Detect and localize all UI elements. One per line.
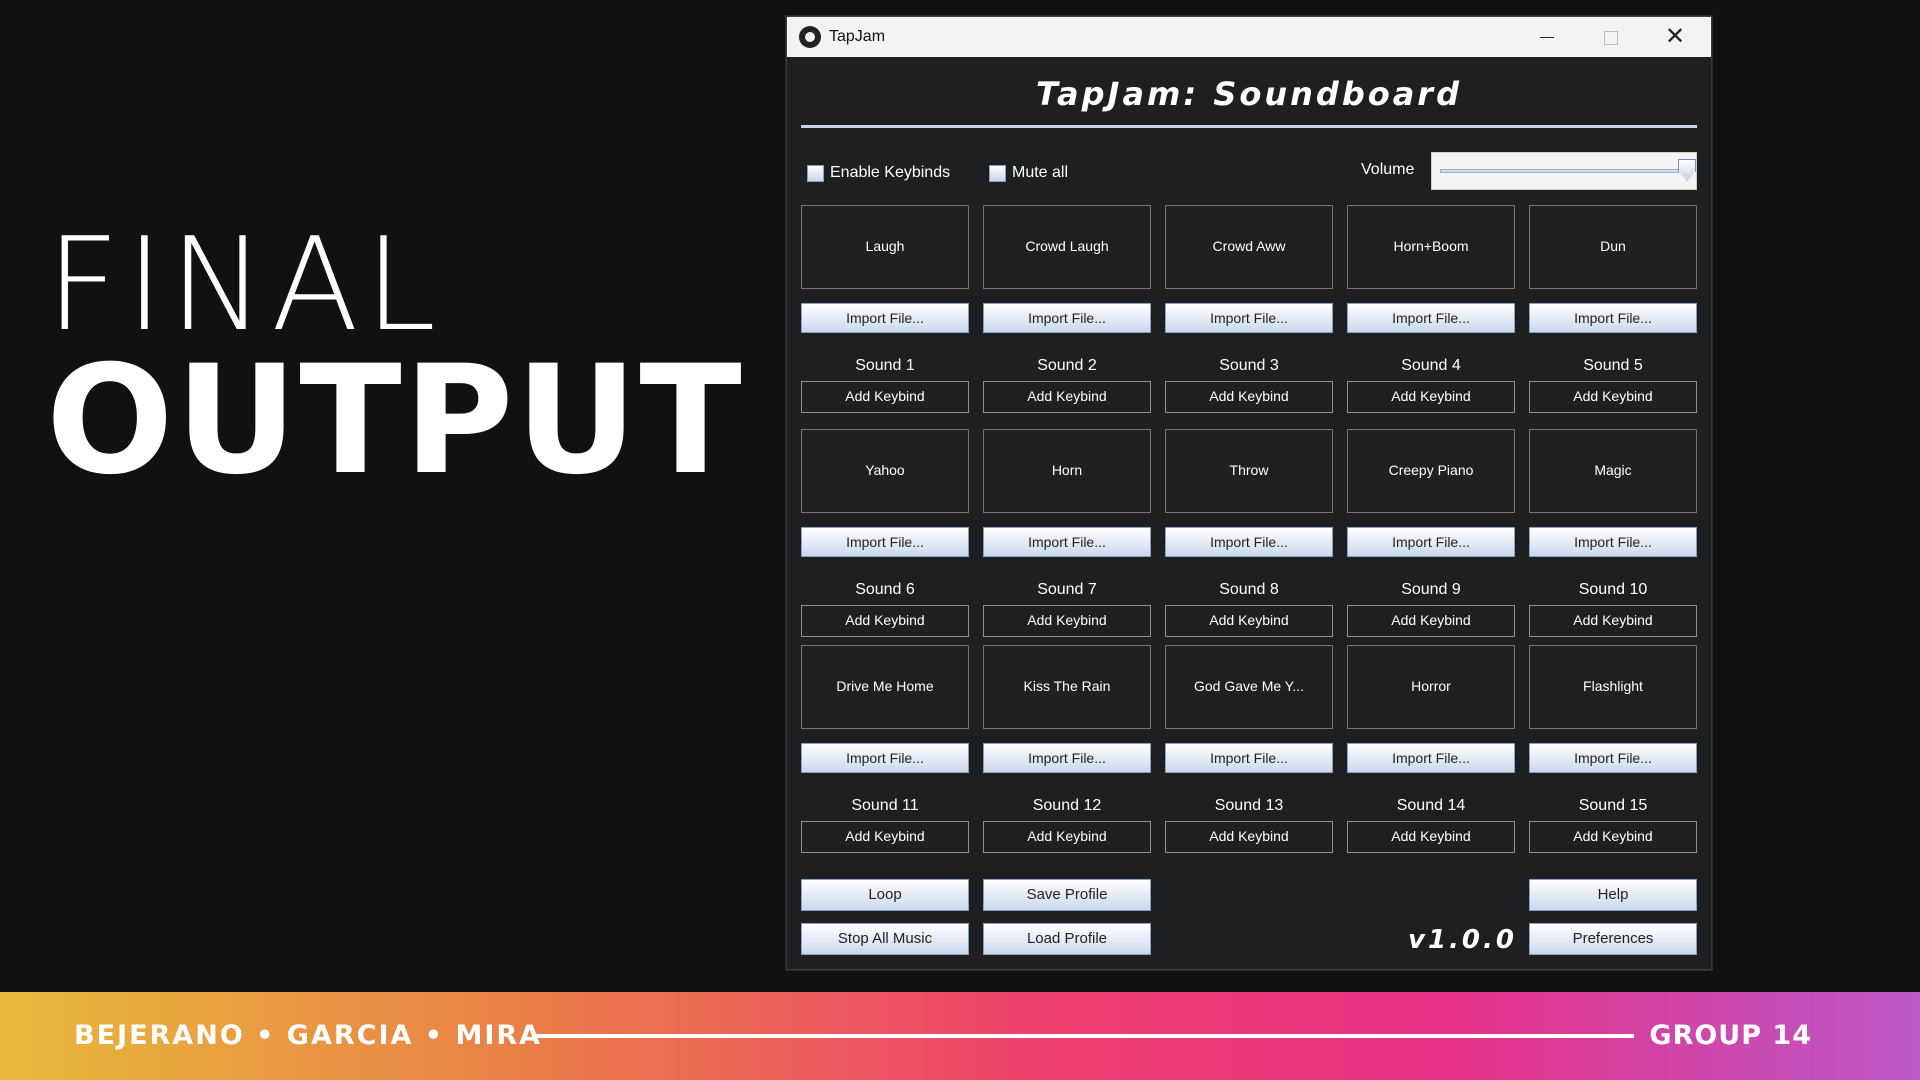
checkbox-icon[interactable] [989,164,1006,182]
window-titlebar[interactable]: TapJam ✕ [787,17,1711,57]
add-keybind-button-9[interactable]: Add Keybind [1347,605,1515,637]
import-file-button-7[interactable]: Import File... [983,527,1151,557]
sound-button-13[interactable]: God Gave Me Y... [1165,645,1333,729]
mute-all-checkbox[interactable]: Mute all [989,163,1068,183]
volume-slider-thumb[interactable] [1678,159,1696,181]
sound-button-11[interactable]: Drive Me Home [801,645,969,729]
import-file-button-1[interactable]: Import File... [801,303,969,333]
tapjam-window: TapJam ✕ TapJam: Soundboard Enable Keybi… [786,16,1712,970]
preferences-button[interactable]: Preferences [1529,923,1697,955]
sound-button-14[interactable]: Horror [1347,645,1515,729]
help-button[interactable]: Help [1529,879,1697,911]
add-keybind-button-7[interactable]: Add Keybind [983,605,1151,637]
sound-label-8: Sound 8 [1219,581,1279,598]
footer-group: GROUP 14 [1649,1020,1812,1051]
sound-label-9: Sound 9 [1401,581,1461,598]
import-file-button-15[interactable]: Import File... [1529,743,1697,773]
import-file-button-13[interactable]: Import File... [1165,743,1333,773]
minimize-icon[interactable] [1515,17,1579,57]
sound-label-13: Sound 13 [1214,797,1284,814]
sound-label-2: Sound 2 [1037,357,1097,374]
sound-label-11: Sound 11 [851,797,919,814]
load-profile-button[interactable]: Load Profile [983,923,1151,955]
sound-button-10[interactable]: Magic [1529,429,1697,513]
tapjam-app-icon [799,26,821,48]
checkbox-icon[interactable] [807,164,824,182]
app-title: TapJam: Soundboard [1036,75,1462,113]
volume-label: Volume [1361,161,1415,178]
import-file-button-8[interactable]: Import File... [1165,527,1333,557]
sound-button-12[interactable]: Kiss The Rain [983,645,1151,729]
window-title: TapJam [829,28,886,45]
version-label: v1.0.0 [1408,925,1517,955]
footer-bar: BEJERANO • GARCIA • MIRA GROUP 14 [0,992,1920,1080]
footer-authors: BEJERANO • GARCIA • MIRA [74,1020,543,1051]
save-profile-button[interactable]: Save Profile [983,879,1151,911]
add-keybind-button-4[interactable]: Add Keybind [1347,381,1515,413]
loop-button[interactable]: Loop [801,879,969,911]
footer-divider [534,1034,1634,1038]
sound-label-6: Sound 6 [855,581,915,598]
sound-button-2[interactable]: Crowd Laugh [983,205,1151,289]
import-file-button-10[interactable]: Import File... [1529,527,1697,557]
import-file-button-5[interactable]: Import File... [1529,303,1697,333]
sound-label-15: Sound 15 [1578,797,1648,814]
maximize-icon[interactable] [1579,17,1643,57]
import-file-button-3[interactable]: Import File... [1165,303,1333,333]
import-file-button-14[interactable]: Import File... [1347,743,1515,773]
import-file-button-4[interactable]: Import File... [1347,303,1515,333]
import-file-button-2[interactable]: Import File... [983,303,1151,333]
sound-label-1: Sound 1 [855,357,915,374]
import-file-button-12[interactable]: Import File... [983,743,1151,773]
sound-label-7: Sound 7 [1037,581,1097,598]
sound-button-5[interactable]: Dun [1529,205,1697,289]
volume-slider[interactable] [1431,152,1697,190]
sound-button-9[interactable]: Creepy Piano [1347,429,1515,513]
add-keybind-button-15[interactable]: Add Keybind [1529,821,1697,853]
sound-button-3[interactable]: Crowd Aww [1165,205,1333,289]
add-keybind-button-14[interactable]: Add Keybind [1347,821,1515,853]
sound-button-6[interactable]: Yahoo [801,429,969,513]
sound-button-8[interactable]: Throw [1165,429,1333,513]
sound-button-1[interactable]: Laugh [801,205,969,289]
sound-label-3: Sound 3 [1219,357,1279,374]
sound-button-15[interactable]: Flashlight [1529,645,1697,729]
add-keybind-button-12[interactable]: Add Keybind [983,821,1151,853]
enable-keybinds-checkbox[interactable]: Enable Keybinds [807,163,950,183]
slide-heading-final: FINAL [46,211,442,360]
add-keybind-button-8[interactable]: Add Keybind [1165,605,1333,637]
add-keybind-button-11[interactable]: Add Keybind [801,821,969,853]
slide-heading-output: OUTPUT [46,334,744,508]
mute-all-label: Mute all [1012,164,1069,181]
stop-all-music-button[interactable]: Stop All Music [801,923,969,955]
sound-label-12: Sound 12 [1032,797,1102,814]
import-file-button-6[interactable]: Import File... [801,527,969,557]
add-keybind-button-5[interactable]: Add Keybind [1529,381,1697,413]
presentation-slide: FINAL OUTPUT TapJam ✕ TapJam: Soundboard… [0,0,1920,1080]
enable-keybinds-label: Enable Keybinds [830,164,951,181]
sound-button-4[interactable]: Horn+Boom [1347,205,1515,289]
sound-label-5: Sound 5 [1583,357,1643,374]
import-file-button-11[interactable]: Import File... [801,743,969,773]
sound-label-4: Sound 4 [1401,357,1461,374]
title-divider [801,125,1697,128]
add-keybind-button-6[interactable]: Add Keybind [801,605,969,637]
add-keybind-button-2[interactable]: Add Keybind [983,381,1151,413]
sound-button-7[interactable]: Horn [983,429,1151,513]
add-keybind-button-1[interactable]: Add Keybind [801,381,969,413]
import-file-button-9[interactable]: Import File... [1347,527,1515,557]
sound-label-10: Sound 10 [1578,581,1648,598]
close-icon[interactable]: ✕ [1643,17,1707,57]
volume-slider-track[interactable] [1440,169,1686,173]
add-keybind-button-10[interactable]: Add Keybind [1529,605,1697,637]
sound-label-14: Sound 14 [1396,797,1466,814]
add-keybind-button-3[interactable]: Add Keybind [1165,381,1333,413]
add-keybind-button-13[interactable]: Add Keybind [1165,821,1333,853]
